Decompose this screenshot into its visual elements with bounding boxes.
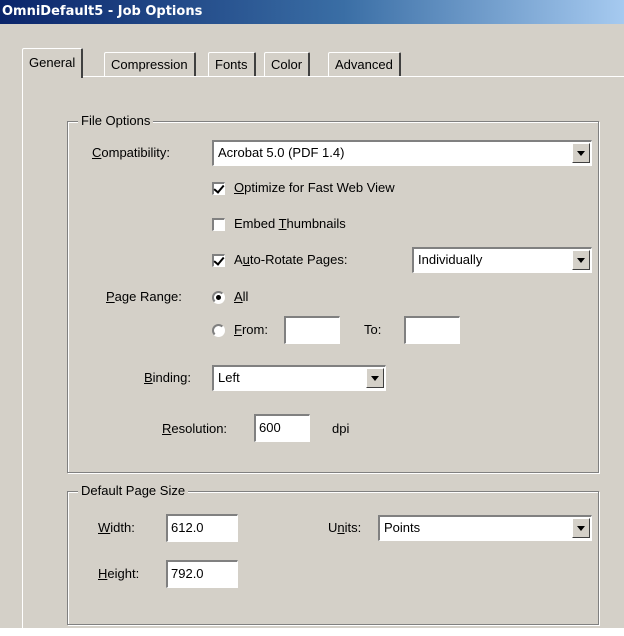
auto-rotate-dropdown-arrow-icon[interactable] xyxy=(572,250,590,270)
file-options-legend: File Options xyxy=(78,113,154,129)
units-dropdown-arrow-icon[interactable] xyxy=(572,518,590,538)
tab-color-label: Color xyxy=(271,57,303,72)
height-input[interactable]: 792.0 xyxy=(166,560,238,588)
file-options-group: File Options Compatibility: Acrobat 5.0 … xyxy=(67,113,599,473)
general-tab-panel: File Options Compatibility: Acrobat 5.0 … xyxy=(22,76,624,636)
page-range-label: Page Range: xyxy=(106,289,182,304)
optimize-fast-web-view-checkbox[interactable] xyxy=(212,182,225,195)
resolution-label: Resolution: xyxy=(162,421,228,436)
tab-fonts[interactable]: Fonts xyxy=(208,52,256,76)
binding-select[interactable]: Left xyxy=(212,365,386,391)
compatibility-select[interactable]: Acrobat 5.0 (PDF 1.4) xyxy=(212,140,592,166)
window-title-bar[interactable]: OmniDefault5 - Job Options xyxy=(0,0,624,24)
compatibility-value: Acrobat 5.0 (PDF 1.4) xyxy=(218,145,345,160)
tab-advanced-label: Advanced xyxy=(335,57,393,72)
compatibility-dropdown-arrow-icon[interactable] xyxy=(572,143,590,163)
resolution-unit: dpi xyxy=(332,421,350,436)
binding-dropdown-arrow-icon[interactable] xyxy=(366,368,384,388)
compatibility-label: Compatibility: xyxy=(92,145,171,160)
default-page-size-group: Default Page Size Width: 612.0 Units: Po… xyxy=(67,483,599,625)
binding-value: Left xyxy=(218,370,240,385)
auto-rotate-value: Individually xyxy=(418,252,483,267)
embed-thumbnails-label[interactable]: Embed Thumbnails xyxy=(234,215,346,233)
units-select[interactable]: Points xyxy=(378,515,592,541)
auto-rotate-select[interactable]: Individually xyxy=(412,247,592,273)
page-range-to-label: To: xyxy=(364,322,382,337)
page-range-from-label[interactable]: From: xyxy=(234,321,268,339)
tab-advanced[interactable]: Advanced xyxy=(328,52,401,76)
page-range-from-radio[interactable] xyxy=(212,324,225,337)
default-page-size-legend: Default Page Size xyxy=(78,483,189,499)
tab-general-label: General xyxy=(29,55,76,70)
auto-rotate-pages-checkbox[interactable] xyxy=(212,254,225,267)
optimize-fast-web-view-label[interactable]: Optimize for Fast Web View xyxy=(234,179,395,197)
dialog-body: General Compression Fonts Color Advanced… xyxy=(0,24,624,636)
tab-general[interactable]: General xyxy=(22,48,84,78)
width-input[interactable]: 612.0 xyxy=(166,514,238,542)
tab-compression[interactable]: Compression xyxy=(104,52,196,76)
binding-label: Binding: xyxy=(144,370,191,385)
units-value: Points xyxy=(384,520,421,535)
window-title: OmniDefault5 - Job Options xyxy=(2,4,203,19)
auto-rotate-pages-label[interactable]: Auto-Rotate Pages: xyxy=(234,251,347,269)
height-label: Height: xyxy=(98,566,140,581)
page-range-to-input[interactable] xyxy=(404,316,460,344)
embed-thumbnails-checkbox[interactable] xyxy=(212,218,225,231)
units-label: Units: xyxy=(328,520,362,535)
page-range-all-label[interactable]: All xyxy=(234,288,248,306)
page-range-all-radio[interactable] xyxy=(212,291,225,304)
tab-compression-label: Compression xyxy=(111,57,188,72)
resolution-input[interactable]: 600 xyxy=(254,414,310,442)
width-label: Width: xyxy=(98,520,135,535)
tab-color[interactable]: Color xyxy=(264,52,311,76)
tab-fonts-label: Fonts xyxy=(215,57,248,72)
page-range-from-input[interactable] xyxy=(284,316,340,344)
